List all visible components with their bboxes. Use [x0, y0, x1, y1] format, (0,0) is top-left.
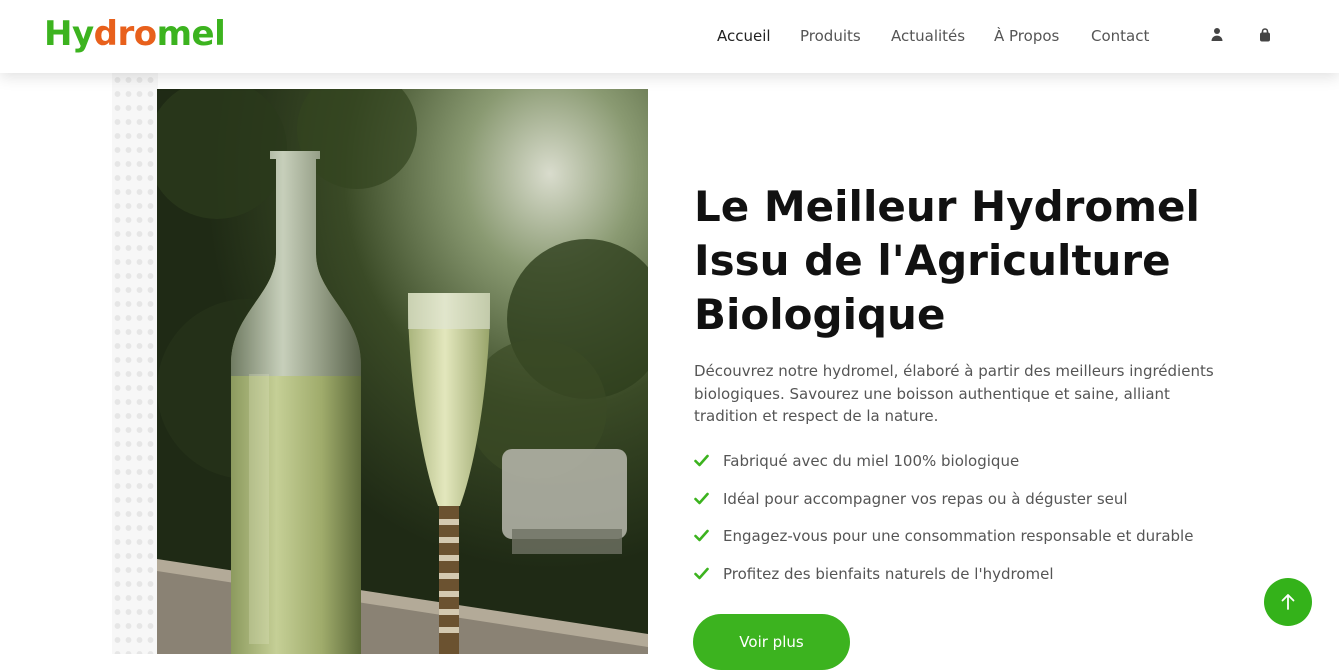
- nav-link-accueil[interactable]: Accueil: [717, 27, 771, 45]
- shopping-bag-icon[interactable]: [1258, 27, 1274, 45]
- feature-list: Fabriqué avec du miel 100% biologique Id…: [694, 450, 1254, 601]
- brand-part-3: mel: [156, 14, 226, 54]
- back-to-top-button[interactable]: [1264, 578, 1312, 626]
- hero-title-line-3: Biologique: [694, 290, 946, 339]
- nav-link-a-propos[interactable]: À Propos: [994, 27, 1059, 45]
- hero-image: [157, 89, 648, 654]
- hero-title: Le Meilleur Hydromel Issu de l'Agricultu…: [694, 180, 1254, 342]
- feature-text: Fabriqué avec du miel 100% biologique: [723, 452, 1020, 470]
- feature-item: Engagez-vous pour une consommation respo…: [694, 525, 1254, 563]
- navbar: Hydromel Accueil Produits Actualités À P…: [0, 0, 1339, 73]
- decorative-pattern: [112, 73, 158, 654]
- feature-item: Fabriqué avec du miel 100% biologique: [694, 450, 1254, 488]
- hero-title-line-1: Le Meilleur Hydromel: [694, 182, 1200, 231]
- hero-description: Découvrez notre hydromel, élaboré à part…: [694, 362, 1214, 425]
- nav-link-produits[interactable]: Produits: [800, 27, 861, 45]
- feature-text: Engagez-vous pour une consommation respo…: [723, 527, 1194, 546]
- feature-item: Profitez des bienfaits naturels de l'hyd…: [694, 563, 1254, 601]
- user-icon[interactable]: [1210, 27, 1226, 45]
- feature-text: Profitez des bienfaits naturels de l'hyd…: [723, 565, 1054, 584]
- nav-link-contact[interactable]: Contact: [1091, 27, 1149, 45]
- brand-logo[interactable]: Hydromel: [44, 14, 226, 54]
- brand-part-1: Hy: [44, 14, 94, 54]
- voir-plus-button[interactable]: Voir plus: [693, 614, 850, 670]
- hero-title-line-2: Issu de l'Agriculture: [694, 236, 1171, 285]
- nav-link-actualites[interactable]: Actualités: [891, 27, 965, 45]
- check-icon: [694, 492, 709, 504]
- arrow-up-icon: [1281, 594, 1295, 610]
- check-icon: [694, 567, 709, 580]
- check-icon: [694, 454, 709, 467]
- feature-item: Idéal pour accompagner vos repas ou à dé…: [694, 488, 1254, 526]
- check-icon: [694, 530, 709, 542]
- feature-text: Idéal pour accompagner vos repas ou à dé…: [723, 489, 1128, 508]
- brand-part-2: dro: [93, 14, 157, 54]
